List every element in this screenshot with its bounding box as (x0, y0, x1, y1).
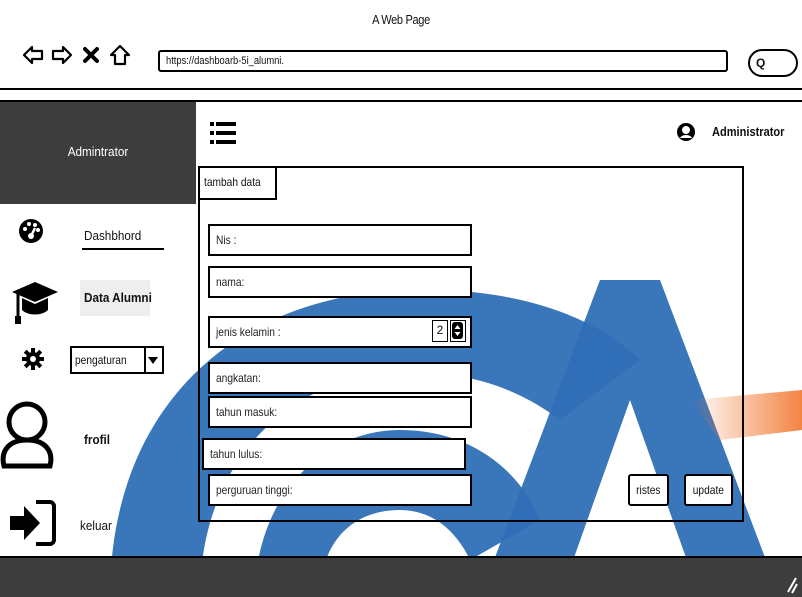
angkatan-label: angkatan: (216, 371, 261, 385)
logout-icon (8, 498, 56, 553)
sidebar-item-label: Data Alumni (84, 290, 152, 305)
browser-chrome: A Web Page https://dashboarb-5i_alumni. … (0, 0, 802, 98)
tahun-masuk-label: tahun masuk: (216, 405, 278, 419)
sidebar-header: Admintrator (0, 100, 196, 204)
sidebar-item-data-alumni[interactable]: Data Alumni (0, 268, 196, 328)
sidebar: Dashbhord Data Alumni pengaturan frofil … (0, 204, 196, 556)
user-name[interactable]: Administrator (712, 124, 784, 139)
update-button[interactable]: update (684, 474, 733, 506)
update-button-label: update (692, 483, 724, 497)
sidebar-title: Admintrator (67, 144, 129, 159)
sidebar-item-label: Dashbhord (84, 228, 142, 243)
url-text: https://dashboarb-5i_alumni. (166, 55, 284, 67)
chrome-divider (0, 88, 802, 98)
select-value: pengaturan (75, 353, 127, 367)
window-title: A Web Page (372, 12, 430, 27)
nama-field[interactable]: nama: (208, 266, 472, 298)
tab-label: tambah data (204, 175, 261, 189)
forward-arrow-icon[interactable] (51, 44, 73, 66)
up-down-arrows-icon[interactable] (450, 320, 466, 342)
form-panel: tambah data Nis : nama: jenis kelamin : … (198, 166, 744, 522)
footer-bar (0, 556, 802, 597)
close-x-icon[interactable] (80, 44, 102, 66)
tahun-lulus-label: tahun lulus: (210, 447, 263, 461)
jenis-kelamin-field[interactable]: jenis kelamin : 2 (208, 316, 472, 348)
tab-tambah-data[interactable]: tambah data (200, 168, 277, 200)
browser-search-button[interactable]: Q (748, 49, 798, 77)
jenis-kelamin-label: jenis kelamin : (216, 325, 281, 339)
tahun-masuk-field[interactable]: tahun masuk: (208, 396, 472, 428)
back-arrow-icon[interactable] (22, 44, 44, 66)
resize-grip-icon[interactable] (786, 574, 798, 597)
search-icon: Q (756, 56, 766, 70)
sidebar-item-profil[interactable]: frofil (0, 394, 196, 484)
hamburger-menu-icon[interactable] (210, 120, 236, 146)
gender-stepper[interactable]: 2 (432, 320, 468, 344)
perguruan-tinggi-field[interactable]: perguruan tinggi: (208, 474, 472, 506)
sidebar-item-label: frofil (84, 432, 111, 447)
nav-underline (82, 248, 164, 250)
url-bar[interactable]: https://dashboarb-5i_alumni. (158, 50, 728, 72)
tahun-lulus-field[interactable]: tahun lulus: (202, 438, 466, 470)
nis-label: Nis : (216, 233, 237, 247)
perguruan-tinggi-label: perguruan tinggi: (216, 483, 293, 497)
browser-nav (22, 44, 131, 66)
graduation-cap-icon (10, 278, 60, 331)
nis-field[interactable]: Nis : (208, 224, 472, 256)
reset-button[interactable]: ristes (628, 474, 669, 506)
stepper-value: 2 (432, 320, 448, 342)
gear-icon (22, 348, 44, 375)
nama-label: nama: (216, 275, 245, 289)
dashboard-gauge-icon (18, 218, 44, 249)
top-header: Administrator (196, 100, 802, 162)
chevron-down-icon[interactable] (144, 348, 162, 372)
reset-button-label: ristes (636, 483, 661, 497)
pengaturan-select[interactable]: pengaturan (70, 346, 164, 374)
user-avatar-icon[interactable] (676, 122, 696, 142)
user-profile-icon (0, 400, 56, 475)
angkatan-field[interactable]: angkatan: (208, 362, 472, 394)
home-icon[interactable] (109, 44, 131, 66)
sidebar-item-label: keluar (80, 518, 112, 533)
sidebar-item-keluar[interactable]: keluar (0, 494, 196, 554)
sidebar-item-dashboard[interactable]: Dashbhord (0, 204, 196, 264)
